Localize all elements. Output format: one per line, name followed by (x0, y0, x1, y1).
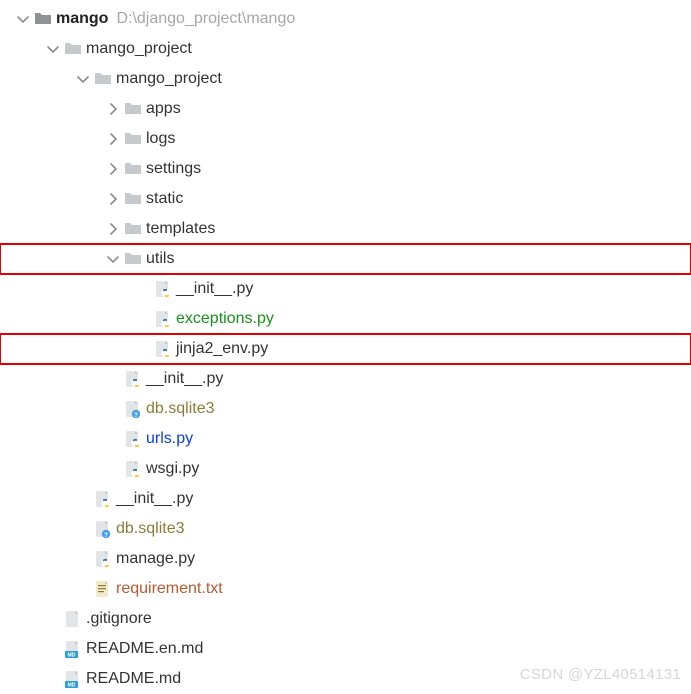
tree-item-label: logs (146, 130, 175, 148)
chevron-down-icon[interactable] (74, 73, 92, 85)
folder-icon (122, 190, 144, 208)
tree-item-label: static (146, 190, 183, 208)
tree-item-path: D:\django_project\mango (116, 10, 295, 28)
tree-row[interactable]: db.sqlite3 (0, 514, 691, 544)
tree-row[interactable]: requirement.txt (0, 574, 691, 604)
watermark-text: CSDN @YZL40514131 (520, 666, 681, 683)
tree-row[interactable]: wsgi.py (0, 454, 691, 484)
chevron-down-icon[interactable] (104, 253, 122, 265)
unknown-file-icon (122, 400, 144, 418)
folder-icon (122, 130, 144, 148)
tree-row[interactable]: __init__.py (0, 364, 691, 394)
unknown-file-icon (92, 520, 114, 538)
tree-item-label: manage.py (116, 550, 195, 568)
tree-row[interactable]: exceptions.py (0, 304, 691, 334)
tree-row[interactable]: db.sqlite3 (0, 394, 691, 424)
tree-row[interactable]: apps (0, 94, 691, 124)
tree-row[interactable]: settings (0, 154, 691, 184)
tree-item-label: utils (146, 250, 174, 268)
chevron-right-icon[interactable] (104, 223, 122, 235)
tree-row[interactable]: manage.py (0, 544, 691, 574)
folder-icon (32, 10, 54, 28)
tree-row[interactable]: logs (0, 124, 691, 154)
python-file-icon (152, 340, 174, 358)
tree-item-label: .gitignore (86, 610, 152, 628)
tree-item-label: __init__.py (146, 370, 223, 388)
tree-item-label: mango_project (86, 40, 192, 58)
tree-item-label: apps (146, 100, 181, 118)
tree-item-label: jinja2_env.py (176, 340, 268, 358)
chevron-right-icon[interactable] (104, 163, 122, 175)
tree-row[interactable]: mango_project (0, 34, 691, 64)
tree-row[interactable]: .gitignore (0, 604, 691, 634)
folder-icon (92, 70, 114, 88)
tree-item-label: __init__.py (176, 280, 253, 298)
tree-item-label: requirement.txt (116, 580, 223, 598)
tree-row[interactable]: jinja2_env.py (0, 334, 691, 364)
python-file-icon (92, 490, 114, 508)
folder-icon (122, 220, 144, 238)
folder-icon (122, 160, 144, 178)
python-file-icon (92, 550, 114, 568)
chevron-down-icon[interactable] (44, 43, 62, 55)
chevron-down-icon[interactable] (14, 13, 32, 25)
folder-icon (122, 250, 144, 268)
markdown-file-icon (62, 670, 84, 688)
tree-item-label: db.sqlite3 (146, 400, 215, 418)
text-file-icon (92, 580, 114, 598)
python-file-icon (122, 370, 144, 388)
project-tree: mango D:\django_project\mango mango_projec… (0, 4, 691, 694)
tree-row[interactable]: utils (0, 244, 691, 274)
tree-row[interactable]: static (0, 184, 691, 214)
tree-item-label: templates (146, 220, 215, 238)
tree-row[interactable]: __init__.py (0, 484, 691, 514)
python-file-icon (122, 430, 144, 448)
tree-item-label: __init__.py (116, 490, 193, 508)
tree-item-label: README.en.md (86, 640, 203, 658)
tree-item-label: README.md (86, 670, 181, 688)
folder-icon (62, 40, 84, 58)
markdown-file-icon (62, 640, 84, 658)
tree-item-label: settings (146, 160, 201, 178)
python-file-icon (122, 460, 144, 478)
tree-item-label: urls.py (146, 430, 193, 448)
tree-row[interactable]: __init__.py (0, 274, 691, 304)
tree-item-label: exceptions.py (176, 310, 274, 328)
tree-item-label: db.sqlite3 (116, 520, 185, 538)
tree-item-label: mango (56, 10, 108, 28)
chevron-right-icon[interactable] (104, 103, 122, 115)
python-file-icon (152, 310, 174, 328)
file-icon (62, 610, 84, 628)
tree-row[interactable]: urls.py (0, 424, 691, 454)
tree-row[interactable]: mango_project (0, 64, 691, 94)
tree-row-root[interactable]: mango D:\django_project\mango (0, 4, 691, 34)
chevron-right-icon[interactable] (104, 133, 122, 145)
tree-item-label: mango_project (116, 70, 222, 88)
folder-icon (122, 100, 144, 118)
tree-row[interactable]: README.en.md (0, 634, 691, 664)
tree-row[interactable]: templates (0, 214, 691, 244)
tree-item-label: wsgi.py (146, 460, 199, 478)
chevron-right-icon[interactable] (104, 193, 122, 205)
python-file-icon (152, 280, 174, 298)
